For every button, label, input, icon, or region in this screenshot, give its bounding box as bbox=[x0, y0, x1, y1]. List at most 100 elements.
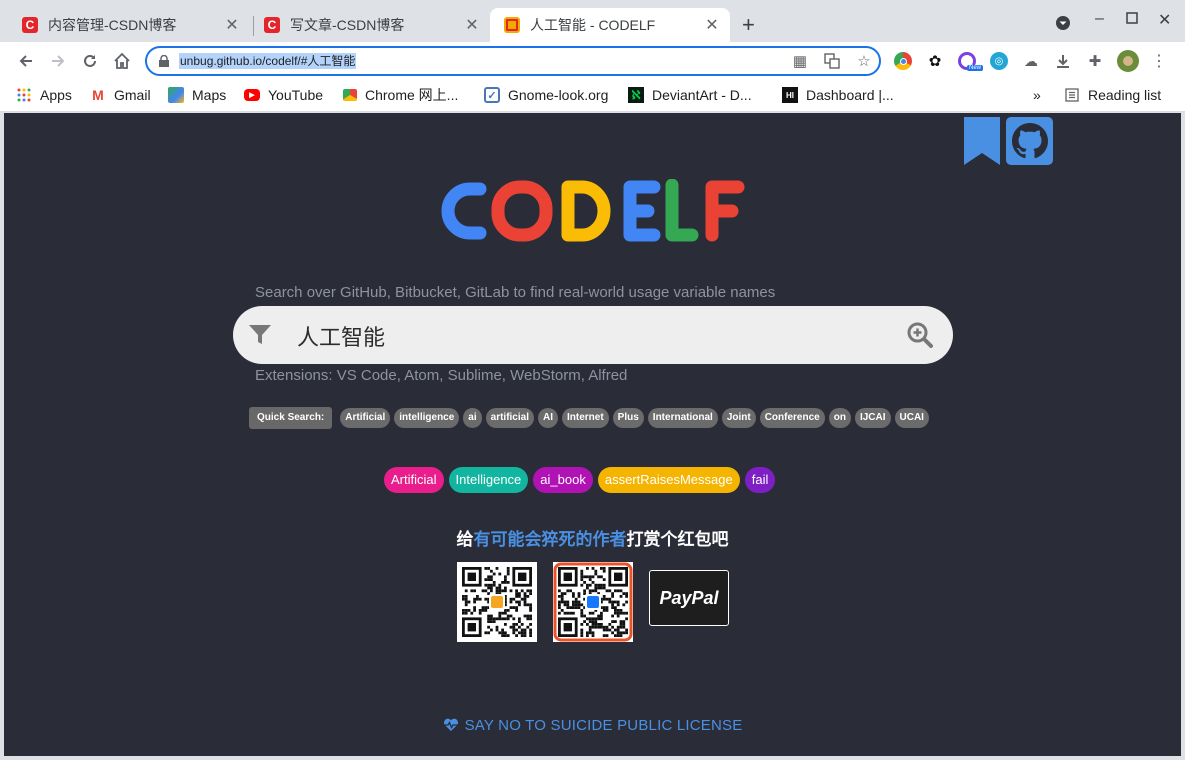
bookmark-label: YouTube bbox=[268, 87, 324, 103]
search-extension-icon[interactable]: ◎ bbox=[990, 52, 1008, 70]
github-link[interactable] bbox=[1006, 117, 1053, 165]
heartbeat-icon bbox=[443, 718, 458, 731]
related-tag[interactable]: Intelligence bbox=[448, 467, 529, 493]
quick-tag[interactable]: IJCAI bbox=[854, 408, 891, 428]
maximize-icon bbox=[1126, 12, 1138, 24]
cloud-extension-icon[interactable]: ☁ bbox=[1022, 52, 1040, 70]
donate-suffix: 打赏个红包吧 bbox=[626, 530, 729, 549]
license-link[interactable]: SAY NO TO SUICIDE PUBLIC LICENSE bbox=[4, 717, 1181, 734]
quick-tag[interactable]: UCAI bbox=[894, 408, 929, 428]
qr-code-icon[interactable]: ▦ bbox=[791, 53, 809, 71]
bookmark-label: Chrome 网上... bbox=[365, 87, 459, 103]
csdn-icon: C bbox=[22, 17, 38, 33]
new-extension-icon[interactable]: New bbox=[958, 52, 984, 71]
logo-letter-o bbox=[491, 180, 553, 242]
quick-tag[interactable]: ai bbox=[463, 408, 482, 428]
tab-title: 人工智能 - CODELF bbox=[530, 17, 656, 33]
paypal-logo: PayPal bbox=[659, 587, 719, 608]
bookmark-apps[interactable]: Apps bbox=[16, 86, 72, 104]
tab-codelf[interactable]: 人工智能 - CODELF ✕ bbox=[490, 8, 730, 42]
quick-tag[interactable]: artificial bbox=[485, 408, 534, 428]
license-text: SAY NO TO SUICIDE PUBLIC LICENSE bbox=[464, 717, 743, 734]
bookmark-deviantart[interactable]: ℵ DeviantArt - D... bbox=[628, 86, 752, 104]
back-button[interactable] bbox=[13, 48, 39, 74]
gmail-icon: M bbox=[92, 87, 104, 103]
quick-tag[interactable]: International bbox=[647, 408, 718, 428]
tab-title: 写文章-CSDN博客 bbox=[290, 17, 405, 33]
related-tag[interactable]: assertRaisesMessage bbox=[597, 467, 740, 493]
window-close-button[interactable]: ✕ bbox=[1158, 10, 1171, 30]
tab-content-management[interactable]: C 内容管理-CSDN博客 ✕ bbox=[8, 8, 250, 42]
tab-write-article[interactable]: C 写文章-CSDN博客 ✕ bbox=[250, 8, 490, 42]
dashboard-icon: HI bbox=[782, 87, 798, 103]
bookmark-label: Maps bbox=[192, 87, 227, 103]
bookmark-ribbon-icon[interactable] bbox=[964, 117, 1000, 165]
quick-tag[interactable]: AI bbox=[538, 408, 558, 428]
new-tab-button[interactable]: + bbox=[742, 13, 755, 37]
quick-tag[interactable]: intelligence bbox=[394, 408, 460, 428]
arrow-right-icon bbox=[52, 55, 65, 67]
gnome-look-icon: ✓ bbox=[484, 87, 500, 103]
filter-icon[interactable] bbox=[249, 325, 271, 345]
bookmark-gnome-look[interactable]: ✓ Gnome-look.org bbox=[484, 86, 608, 104]
search-bar[interactable]: 人工智能 bbox=[233, 306, 953, 364]
close-icon[interactable]: ✕ bbox=[464, 15, 480, 35]
extensions-hint: Extensions: VS Code, Atom, Sublime, WebS… bbox=[255, 367, 628, 384]
search-hint: Search over GitHub, Bitbucket, GitLab to… bbox=[255, 284, 776, 301]
home-button[interactable] bbox=[109, 48, 135, 74]
tab-search-button[interactable] bbox=[1055, 15, 1071, 36]
alipay-qr-code[interactable] bbox=[553, 562, 633, 642]
overflow-chevron: » bbox=[1033, 87, 1041, 103]
minimize-button[interactable]: – bbox=[1095, 10, 1104, 28]
quick-tag[interactable]: Joint bbox=[721, 408, 756, 428]
bookmark-youtube[interactable]: ▶ YouTube bbox=[244, 86, 323, 104]
translate-icon[interactable] bbox=[823, 53, 841, 71]
search-input[interactable]: 人工智能 bbox=[297, 320, 385, 352]
logo-letter-f bbox=[705, 180, 745, 242]
logo-letter-l bbox=[665, 179, 699, 242]
bookmarks-overflow-button[interactable]: » bbox=[1033, 86, 1041, 104]
quick-tag[interactable]: Internet bbox=[562, 408, 609, 428]
forward-button[interactable] bbox=[45, 48, 71, 74]
logo-letter-d bbox=[561, 180, 611, 242]
menu-kebab-icon[interactable]: ⋮ bbox=[1150, 52, 1168, 70]
related-names: Artificial Intelligence ai_book assertRa… bbox=[384, 467, 776, 493]
browser-toolbar: unbug.github.io/codelf/#人工智能 ▦ ☆ ✿ New ◎… bbox=[0, 42, 1185, 80]
wechat-qr-code[interactable] bbox=[457, 562, 537, 642]
chrome-extension-icon[interactable] bbox=[894, 52, 912, 70]
quick-search-label: Quick Search: bbox=[249, 407, 333, 429]
tab-strip: C 内容管理-CSDN博客 ✕ C 写文章-CSDN博客 ✕ 人工智能 - CO… bbox=[0, 0, 1185, 42]
apps-grid-icon bbox=[16, 87, 32, 103]
extensions-puzzle-icon[interactable]: ✚ bbox=[1086, 52, 1104, 70]
reading-list-button[interactable]: Reading list bbox=[1064, 86, 1161, 104]
close-icon[interactable]: ✕ bbox=[224, 15, 240, 35]
codelf-logo bbox=[441, 179, 745, 242]
related-tag[interactable]: Artificial bbox=[384, 467, 444, 493]
quick-tag[interactable]: Plus bbox=[612, 408, 644, 428]
search-icon[interactable] bbox=[907, 322, 933, 348]
gnome-extension-icon[interactable]: ✿ bbox=[926, 52, 944, 70]
address-bar[interactable]: unbug.github.io/codelf/#人工智能 ▦ ☆ bbox=[145, 46, 881, 76]
star-icon[interactable]: ☆ bbox=[855, 53, 873, 71]
related-tag[interactable]: fail bbox=[744, 467, 776, 493]
lock-icon bbox=[159, 55, 169, 67]
quick-tag[interactable]: Artificial bbox=[340, 408, 391, 428]
bookmark-label: Dashboard |... bbox=[806, 87, 894, 103]
chrome-store-icon bbox=[343, 89, 357, 101]
paypal-button[interactable]: PayPal bbox=[649, 570, 729, 626]
download-icon[interactable] bbox=[1054, 52, 1072, 70]
bookmark-chrome-store[interactable]: Chrome 网上... bbox=[343, 86, 458, 104]
bookmark-gmail[interactable]: M Gmail bbox=[90, 86, 150, 104]
quick-tag[interactable]: Conference bbox=[759, 408, 825, 428]
bookmark-maps[interactable]: Maps bbox=[168, 86, 226, 104]
logo-letter-e bbox=[623, 180, 661, 242]
url-text[interactable]: unbug.github.io/codelf/#人工智能 bbox=[179, 53, 357, 69]
related-tag[interactable]: ai_book bbox=[533, 467, 593, 493]
close-icon[interactable]: ✕ bbox=[704, 15, 720, 35]
maximize-button[interactable] bbox=[1126, 11, 1138, 29]
avatar[interactable] bbox=[1117, 50, 1139, 72]
bookmark-dashboard[interactable]: HI Dashboard |... bbox=[782, 86, 894, 104]
quick-tag[interactable]: on bbox=[828, 408, 851, 428]
reload-button[interactable] bbox=[77, 48, 103, 74]
quick-search: Quick Search: Artificial intelligence ai… bbox=[249, 407, 929, 429]
